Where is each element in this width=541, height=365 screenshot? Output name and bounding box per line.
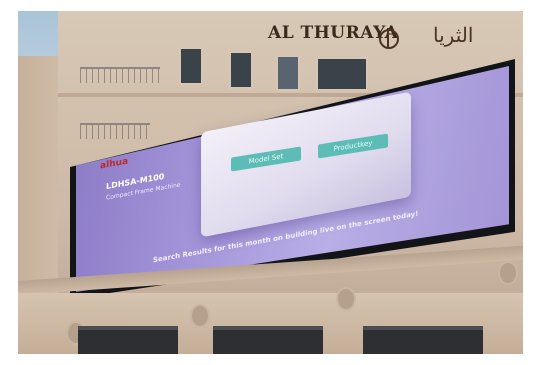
street-photo: AL THURAYA الثريا Model Set Productkey a… [18, 11, 523, 354]
shopfront [78, 326, 178, 354]
building-name-arabic: الثريا [433, 23, 474, 47]
balcony-railing [80, 123, 150, 139]
window [229, 51, 253, 89]
window [316, 57, 368, 91]
window [276, 55, 300, 91]
shopfront [213, 326, 323, 354]
compass-emblem-icon [379, 28, 399, 49]
balcony-railing [80, 67, 160, 83]
window [179, 47, 203, 85]
medallion-ornament [498, 261, 518, 285]
medallion-ornament [336, 287, 356, 311]
shopfront [363, 326, 483, 354]
medallion-ornament [190, 304, 210, 328]
